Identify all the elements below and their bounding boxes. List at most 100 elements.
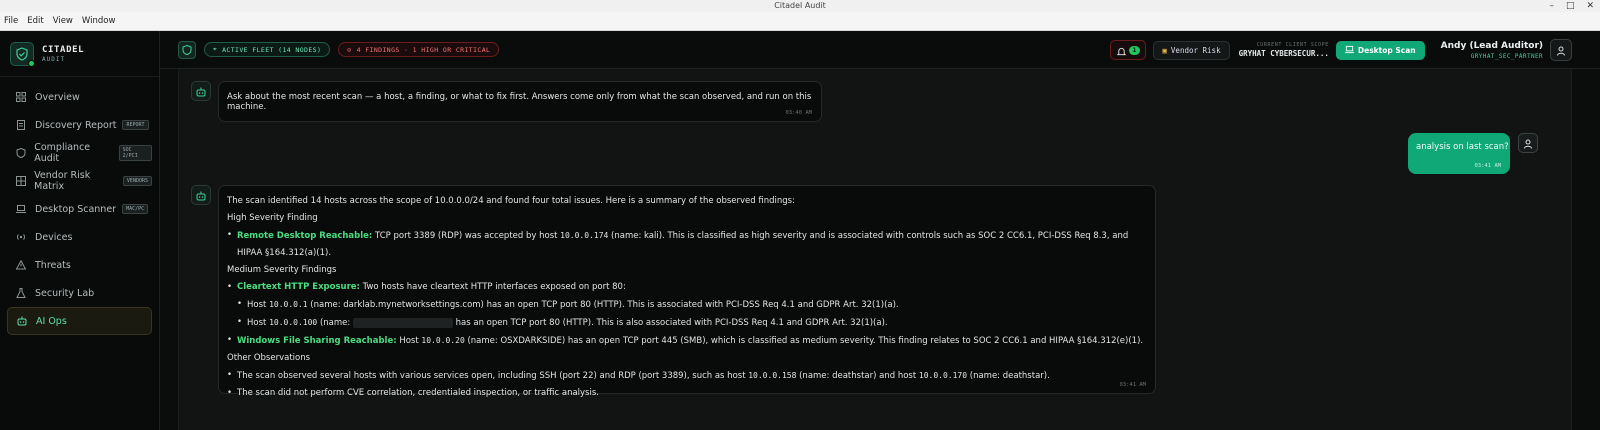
finding-text: (name:	[319, 318, 351, 328]
sidebar-item-label: AI Ops	[36, 315, 67, 327]
finding-title: Cleartext HTTP Exposure:	[237, 282, 360, 292]
grid-icon	[15, 91, 27, 103]
sidebar-item-desktop-scanner[interactable]: Desktop Scanner MAC/PC	[7, 195, 152, 223]
user-avatar[interactable]	[1550, 39, 1572, 61]
analysis-body: The scan identified 14 hosts across the …	[227, 193, 1147, 402]
finding-text: (name: deathstar).	[969, 371, 1050, 381]
sidebar-nav: Overview Discovery Report REPORT Complia…	[0, 77, 159, 335]
sidebar-item-security-lab[interactable]: Security Lab	[7, 279, 152, 307]
brand: CITADEL AUDIT	[0, 31, 159, 77]
ip-address: 10.0.0.174	[560, 231, 609, 240]
notifications-button[interactable]: 1	[1110, 40, 1147, 60]
matrix-icon	[15, 175, 26, 187]
desktop-scan-label: Desktop Scan	[1357, 45, 1416, 55]
bot-icon	[196, 186, 206, 205]
alert-circle-icon: ⊙	[347, 45, 352, 54]
sidebar-item-devices[interactable]: Devices	[7, 223, 152, 251]
finding-title: Remote Desktop Reachable:	[237, 231, 373, 241]
app-root: CITADEL AUDIT Overview Discovery Report …	[0, 31, 1600, 430]
sidebar-item-tag: VENDORS	[122, 176, 152, 186]
top-bar-right: 1 ▣ Vendor Risk CURRENT CLIENT SCOPE GRY…	[1110, 31, 1600, 69]
user-icon	[1556, 41, 1566, 60]
menu-window[interactable]: Window	[82, 16, 116, 26]
user-message: analysis on last scan? 03:41 AM	[1408, 133, 1510, 174]
shield-icon	[182, 40, 192, 59]
ip-address: 10.0.0.170	[918, 371, 968, 380]
ip-address: 10.0.0.1	[269, 300, 308, 309]
findings-label: 4 FINDINGS · 1 HIGH OR CRITICAL	[356, 45, 491, 54]
user-org: GRYHAT_SEC_PARTNER	[1470, 52, 1543, 60]
finding-title: Windows File Sharing Reachable:	[237, 336, 397, 346]
finding-host-2: Host 10.0.0.100 (name: has an open TCP p…	[237, 314, 1147, 332]
sidebar-item-compliance-audit[interactable]: Compliance Audit SOC 2/PCI	[7, 139, 152, 167]
close-button[interactable]: ✕	[1586, 0, 1594, 12]
chat-thread: Ask about the most recent scan — a host,…	[178, 69, 1572, 430]
vendor-risk-button[interactable]: ▣ Vendor Risk	[1153, 40, 1230, 60]
menu-file[interactable]: File	[4, 16, 18, 26]
finding-text: TCP port 3389 (RDP) was accepted by host	[375, 231, 558, 241]
client-scope[interactable]: CURRENT CLIENT SCOPE GRYHAT CYBERSECUR..…	[1239, 42, 1329, 58]
broadcast-icon	[15, 231, 27, 243]
window-titlebar: Citadel Audit – □ ✕	[0, 0, 1600, 12]
sidebar-item-label: Discovery Report	[35, 119, 117, 131]
active-fleet-label: ACTIVE FLEET (14 NODES)	[222, 45, 322, 54]
finding-text: (name: darklab.mynetworksettings.com) ha…	[310, 300, 899, 310]
maximize-button[interactable]: □	[1566, 0, 1575, 12]
shield-icon	[15, 147, 26, 159]
finding-text: Host	[247, 318, 267, 328]
sidebar-item-label: Overview	[35, 91, 80, 103]
sidebar-item-label: Compliance Audit	[34, 142, 91, 164]
active-fleet-pill[interactable]: ⌖ ACTIVE FLEET (14 NODES)	[204, 42, 331, 57]
minimize-button[interactable]: –	[1549, 0, 1554, 12]
sidebar-item-discovery-report[interactable]: Discovery Report REPORT	[7, 111, 152, 139]
assistant-avatar	[191, 81, 211, 101]
shield-button[interactable]	[178, 40, 196, 59]
ip-address: 10.0.0.20	[421, 336, 465, 345]
finding-text: (name: deathstar) and host	[799, 371, 917, 381]
sidebar-item-label: Threats	[35, 259, 71, 271]
main-panel: ⌖ ACTIVE FLEET (14 NODES) ⊙ 4 FINDINGS ·…	[160, 31, 1600, 430]
user-message-avatar	[1518, 133, 1538, 153]
menu-bar: File Edit View Window	[0, 12, 1600, 31]
laptop-icon	[1344, 45, 1354, 56]
sidebar-item-vendor-risk-matrix[interactable]: Vendor Risk Matrix VENDORS	[7, 167, 152, 195]
message-text: Ask about the most recent scan — a host,…	[227, 92, 812, 112]
desktop-scan-button[interactable]: Desktop Scan	[1335, 40, 1425, 60]
sidebar-item-label: Devices	[35, 231, 73, 243]
finding-text: has an open TCP port 80 (HTTP). This is …	[455, 318, 888, 328]
message-time: 03:41 AM	[1119, 382, 1147, 388]
finding-rdp: Remote Desktop Reachable: TCP port 3389 …	[227, 227, 1147, 262]
bot-icon	[16, 315, 28, 327]
summary-text: The scan identified 14 hosts across the …	[227, 196, 795, 206]
message-time: 03:40 AM	[785, 110, 813, 116]
window-controls: – □ ✕	[1549, 0, 1594, 12]
finding-text: Host	[247, 300, 267, 310]
sidebar-item-label: Security Lab	[35, 287, 95, 299]
brand-name: CITADEL	[42, 44, 85, 55]
menu-view[interactable]: View	[53, 16, 73, 26]
vendor-risk-label: Vendor Risk	[1170, 45, 1221, 55]
sidebar: CITADEL AUDIT Overview Discovery Report …	[0, 31, 160, 430]
menu-edit[interactable]: Edit	[27, 16, 43, 26]
high-severity-heading: High Severity Finding	[227, 213, 318, 223]
bell-icon	[1117, 41, 1127, 60]
user-info[interactable]: Andy (Lead Auditor) GRYHAT_SEC_PARTNER	[1441, 41, 1543, 60]
sidebar-item-tag: MAC/PC	[122, 204, 149, 214]
sidebar-item-tag: SOC 2/PCI	[118, 145, 152, 161]
top-bar: ⌖ ACTIVE FLEET (14 NODES) ⊙ 4 FINDINGS ·…	[160, 31, 1600, 69]
finding-text: Host	[399, 336, 419, 346]
message-text: analysis on last scan?	[1416, 142, 1509, 152]
sidebar-item-ai-ops[interactable]: AI Ops	[7, 307, 152, 335]
store-icon: ▣	[1162, 45, 1167, 55]
ip-address: 10.0.0.158	[748, 371, 797, 380]
finding-text: Two hosts have cleartext HTTP interfaces…	[362, 282, 626, 292]
message-time: 03:41 AM	[1474, 163, 1502, 169]
other-observations-heading: Other Observations	[227, 353, 311, 363]
finding-text: The scan observed several hosts with var…	[237, 371, 746, 381]
sidebar-item-overview[interactable]: Overview	[7, 83, 152, 111]
user-icon	[1523, 134, 1533, 153]
findings-pill[interactable]: ⊙ 4 FINDINGS · 1 HIGH OR CRITICAL	[338, 42, 500, 57]
sidebar-item-threats[interactable]: Threats	[7, 251, 152, 279]
scope-label: CURRENT CLIENT SCOPE	[1256, 42, 1329, 48]
sidebar-item-tag: REPORT	[122, 120, 149, 130]
